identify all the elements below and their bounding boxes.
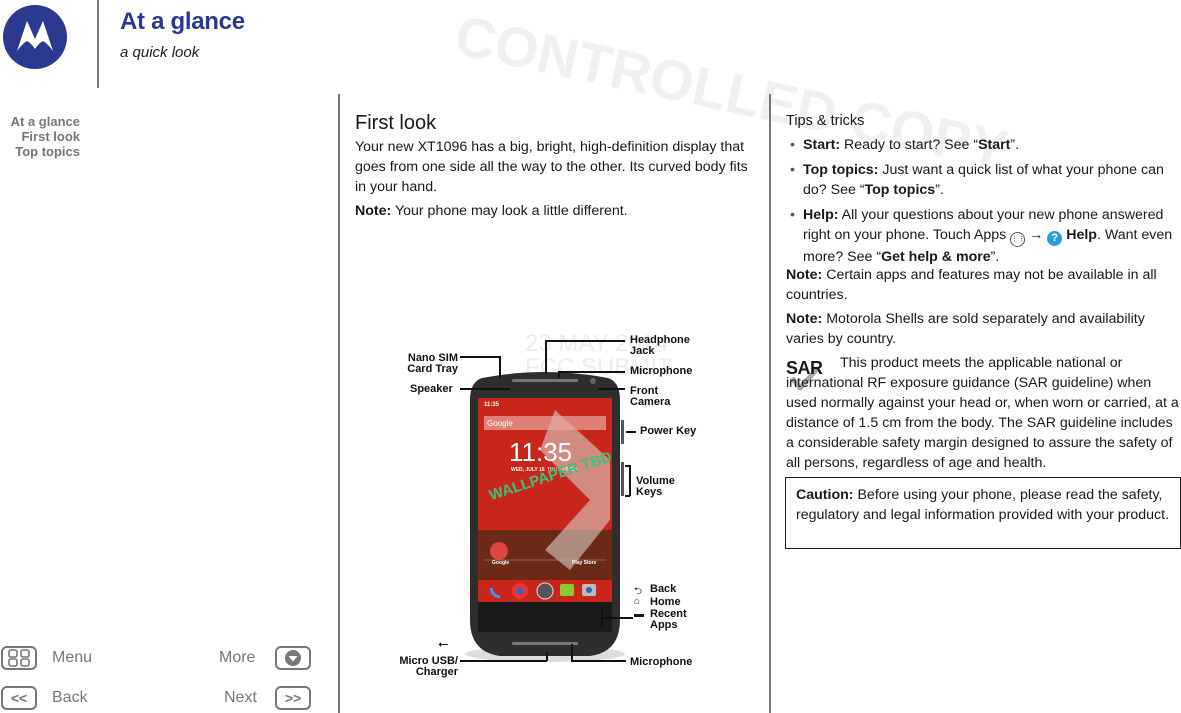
link-start[interactable]: Start — [978, 137, 1010, 153]
menu-label[interactable]: Menu — [52, 649, 92, 667]
tip-help: Help: All your questions about your new … — [786, 205, 1178, 267]
toc-item-first-look[interactable]: First look — [0, 129, 80, 144]
more-label[interactable]: More — [219, 649, 255, 667]
motorola-logo[interactable] — [3, 5, 67, 69]
header-divider — [97, 0, 99, 88]
page-subtitle: a quick look — [120, 44, 200, 61]
back-label[interactable]: Back — [52, 689, 88, 707]
callout-microphone-bottom: Microphone — [630, 656, 693, 668]
section-heading-tips: Tips & tricks — [786, 113, 865, 129]
chevron-down-circle-icon — [285, 650, 301, 666]
volume-keys — [621, 462, 624, 496]
power-key — [621, 420, 624, 444]
sar-text: This product meets the applicable nation… — [786, 355, 1179, 471]
callout-front-camera: Front Camera — [630, 385, 671, 408]
more-button[interactable] — [275, 646, 311, 670]
home-icon: ⌂ — [634, 596, 641, 607]
table-of-contents: At a glance First look Top topics — [0, 114, 80, 159]
apps-icon: ⋮⋮ — [1010, 232, 1026, 247]
tip-top-topics: Top topics: Just want a quick list of wh… — [786, 160, 1178, 200]
app-label-google: Google — [492, 560, 510, 566]
tips-list: Start: Ready to start? See “Start”. Top … — [786, 135, 1178, 267]
callout-home: Home — [650, 596, 681, 608]
motorola-m-icon — [17, 21, 53, 51]
note-label: Note: — [355, 203, 392, 219]
callout-nano-sim-card-tray: Nano SIM Card Tray — [407, 352, 458, 375]
callout-power-key: Power Key — [640, 425, 697, 437]
menu-button[interactable] — [1, 646, 37, 670]
toc-item-top-topics[interactable]: Top topics — [0, 144, 80, 159]
recent-apps-icon: ▬ — [634, 609, 644, 620]
first-look-note: Note: Your phone may look a little diffe… — [355, 201, 755, 221]
note-text: Your phone may look a little different. — [391, 203, 628, 219]
next-label[interactable]: Next — [224, 689, 257, 707]
section-heading-first-look: First look — [355, 112, 437, 134]
earpiece-speaker — [512, 379, 578, 382]
callout-headphone-jack: Headphone Jack — [630, 334, 690, 357]
first-look-body: Your new XT1096 has a big, bright, high-… — [355, 139, 748, 195]
toc-item-at-a-glance[interactable]: At a glance — [0, 114, 80, 129]
link-top-topics[interactable]: Top topics — [865, 182, 936, 198]
help-icon: ? — [1047, 231, 1063, 246]
column-divider — [769, 94, 771, 713]
page-title: At a glance — [120, 8, 245, 35]
column-divider — [338, 94, 340, 713]
next-button[interactable]: >> — [275, 686, 311, 710]
front-camera-lens — [590, 378, 596, 384]
callout-recent-apps: Recent Apps — [650, 608, 687, 631]
caution-box: Caution: Before using your phone, please… — [785, 477, 1181, 549]
search-text: Google — [487, 419, 513, 428]
grid-icon — [8, 649, 30, 667]
app-label-play-store: Play Store — [572, 560, 597, 566]
callout-microphone-top: Microphone — [630, 365, 693, 377]
back-button[interactable]: << — [1, 686, 37, 710]
usb-icon: ⭠ — [438, 636, 449, 651]
note-shells: Note: Motorola Shells are sold separatel… — [786, 311, 1145, 347]
note-availability: Note: Certain apps and features may not … — [786, 267, 1157, 303]
callout-back: Back — [650, 583, 677, 595]
link-get-help[interactable]: Get help & more — [881, 249, 991, 265]
callout-volume-keys: Volume Keys — [636, 475, 675, 498]
callout-speaker: Speaker — [410, 383, 453, 395]
bottom-speaker — [512, 642, 578, 645]
callout-micro-usb-charger: Micro USB/ Charger — [399, 655, 458, 678]
status-time: 11:35 — [484, 402, 500, 408]
tip-start: Start: Ready to start? See “Start”. — [786, 135, 1178, 155]
phone-illustration — [465, 372, 625, 662]
